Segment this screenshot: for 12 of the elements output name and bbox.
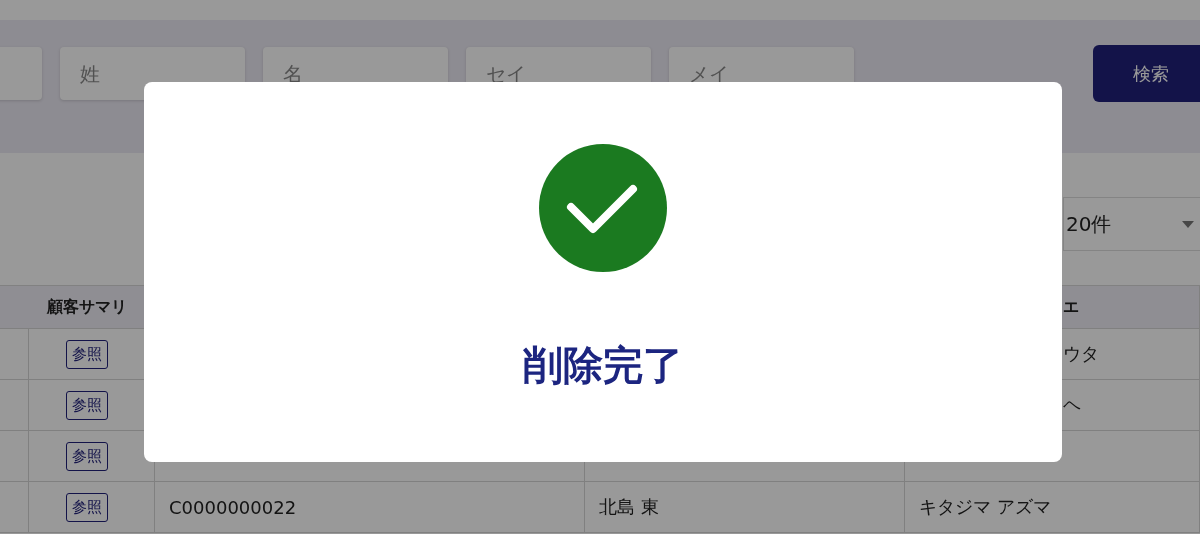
success-check-icon <box>539 144 667 272</box>
table-cell: 北島 東 <box>585 482 905 533</box>
page-size-select[interactable]: 20件 <box>1063 197 1200 251</box>
table-cell: キタジマ アズマ <box>905 482 1200 533</box>
view-button[interactable]: 参照 <box>66 492 108 522</box>
view-button[interactable]: 参照 <box>66 441 108 471</box>
dialog-message: 削除完了 <box>523 341 683 390</box>
search-button[interactable]: 検索 <box>1093 45 1200 102</box>
view-button[interactable]: 参照 <box>66 339 108 369</box>
view-button[interactable]: 参照 <box>66 390 108 420</box>
table-cell: C0000000022 <box>155 482 585 533</box>
caret-icon <box>1182 220 1194 228</box>
